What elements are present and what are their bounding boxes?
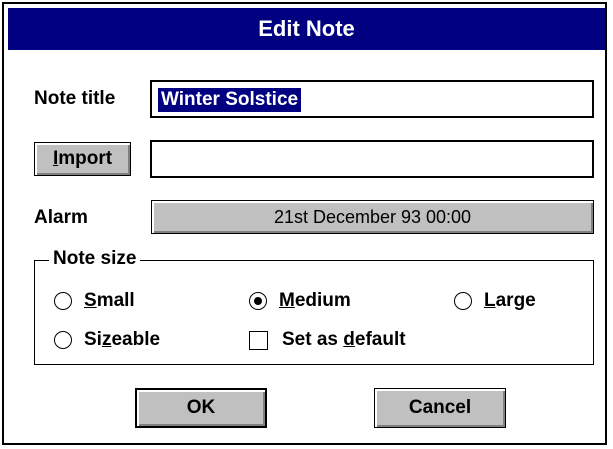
size-sizeable-radio[interactable]: Si z eable: [54, 329, 160, 351]
cancel-label: Cancel: [408, 397, 472, 418]
size-medium-label-post: edium: [294, 290, 351, 311]
size-medium-label-accel: M: [279, 290, 295, 311]
set-default-checkbox[interactable]: Set as d efault: [249, 329, 406, 351]
size-large-label-post: arge: [495, 290, 536, 311]
size-sizeable-label-accel: z: [101, 329, 112, 350]
import-label-post: mport: [58, 148, 113, 169]
window-title: Edit Note: [258, 16, 355, 41]
size-small-label-post: mall: [96, 290, 135, 311]
cancel-button[interactable]: Cancel: [374, 388, 506, 428]
size-medium-radio[interactable]: Medium: [249, 290, 351, 312]
radio-medium-icon: [249, 292, 267, 310]
set-default-label-pre: Set as: [282, 329, 344, 350]
import-button[interactable]: Import: [34, 142, 131, 176]
set-default-label-post: efault: [354, 329, 406, 350]
radio-small-icon: [54, 292, 72, 310]
note-size-legend: Note size: [49, 248, 141, 270]
size-sizeable-label-post: eable: [111, 329, 161, 350]
radio-sizeable-icon: [54, 331, 72, 349]
alarm-button[interactable]: 21st December 93 00:00: [151, 200, 594, 234]
set-default-label-accel: d: [343, 329, 355, 350]
note-title-label: Note title: [34, 88, 116, 109]
alarm-label: Alarm: [34, 207, 88, 228]
checkbox-icon: [249, 330, 268, 350]
title-bar: Edit Note: [8, 8, 605, 50]
alarm-value: 21st December 93 00:00: [273, 206, 472, 227]
import-input[interactable]: [150, 140, 594, 178]
note-title-value: Winter Solstice: [158, 88, 302, 112]
size-large-label-accel: L: [484, 290, 496, 311]
size-sizeable-label-pre: Si: [84, 329, 102, 350]
ok-button[interactable]: OK: [135, 388, 267, 428]
size-small-label-accel: S: [84, 290, 97, 311]
size-large-radio[interactable]: Large: [454, 290, 536, 312]
note-title-input[interactable]: Winter Solstice: [150, 80, 594, 118]
radio-large-icon: [454, 292, 472, 310]
ok-label: OK: [186, 397, 216, 418]
size-small-radio[interactable]: Small: [54, 290, 135, 312]
